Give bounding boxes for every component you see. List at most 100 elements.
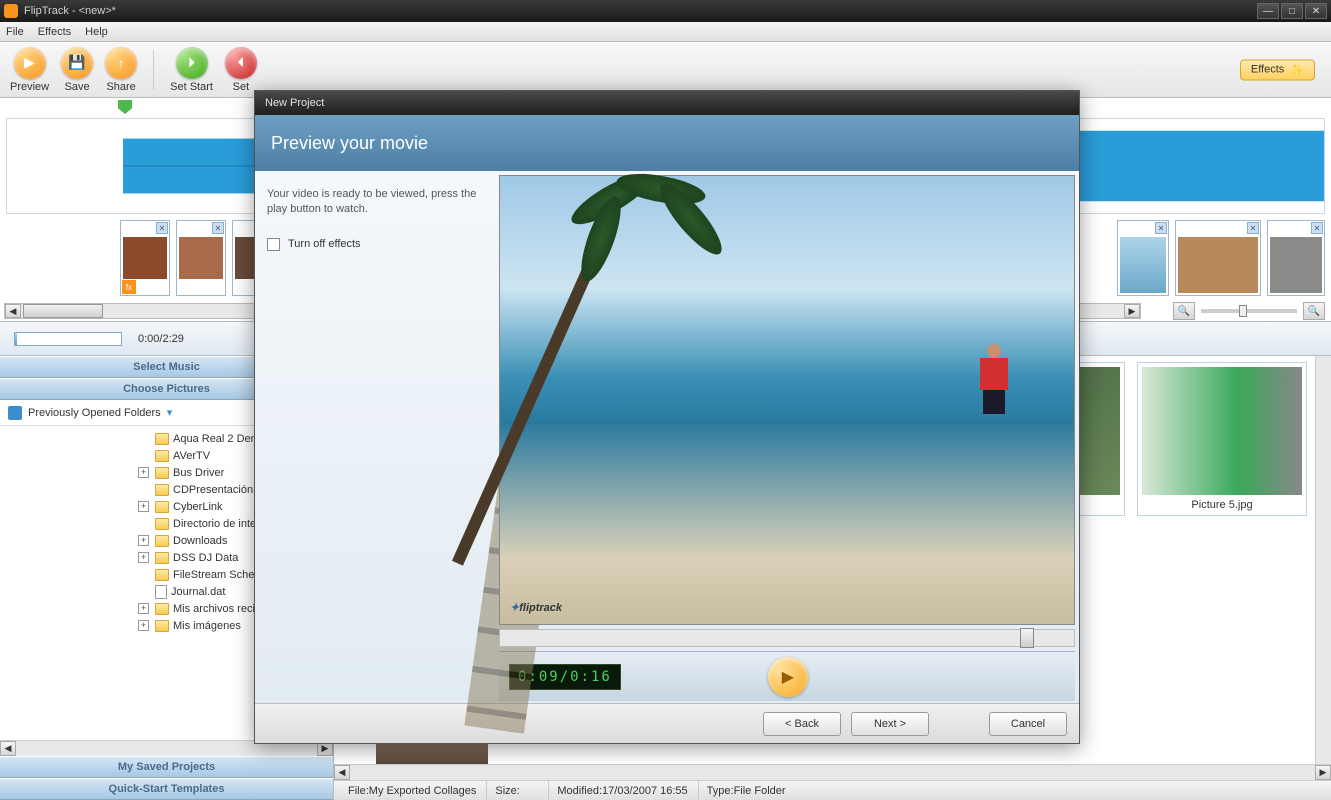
dialog-footer: < Back Next > Cancel	[255, 703, 1079, 743]
gallery-thumb[interactable]: Picture 5.jpg	[1137, 362, 1307, 516]
expand-icon	[138, 569, 149, 580]
thumb-close-icon[interactable]: ✕	[156, 222, 168, 234]
gallery-vscroll[interactable]	[1315, 356, 1331, 764]
minimize-button[interactable]: —	[1257, 3, 1279, 19]
timeline-thumb[interactable]: ✕	[1117, 220, 1169, 296]
zoom-out-button[interactable]: 🔍	[1303, 302, 1325, 320]
status-size: Size:	[486, 781, 546, 800]
tree-label: FileStream Sched	[173, 569, 260, 581]
thumb-close-icon[interactable]: ✕	[1155, 222, 1167, 234]
turn-off-effects-label: Turn off effects	[288, 238, 361, 250]
timeline-thumb[interactable]: ✕	[1175, 220, 1261, 296]
seek-knob[interactable]	[1020, 628, 1034, 648]
next-button[interactable]: Next >	[851, 712, 929, 736]
status-type: Type:File Folder	[698, 781, 794, 800]
zoom-in-button[interactable]: 🔍	[1173, 302, 1195, 320]
maximize-button[interactable]: □	[1281, 3, 1303, 19]
wand-icon: ✨	[1290, 63, 1304, 76]
tree-label: Aqua Real 2 Dem	[173, 433, 260, 445]
progress-bar[interactable]	[14, 332, 122, 346]
chevron-down-icon: ▾	[167, 406, 173, 419]
expand-icon	[138, 518, 149, 529]
tree-label: Mis archivos recib	[173, 603, 261, 615]
person-decoration	[974, 344, 1014, 434]
seek-bar[interactable]	[499, 629, 1075, 647]
tree-label: Mis imágenes	[173, 620, 241, 632]
menu-effects[interactable]: Effects	[38, 26, 71, 38]
folder-icon	[155, 518, 169, 530]
zoom-controls: 🔍 🔍	[1173, 301, 1325, 321]
turn-off-effects-row[interactable]: Turn off effects	[267, 238, 487, 251]
titlebar: FlipTrack - <new>* — □ ✕	[0, 0, 1331, 22]
expand-icon[interactable]: +	[138, 552, 149, 563]
scroll-grip[interactable]	[23, 304, 103, 318]
tree-label: AVerTV	[173, 450, 210, 462]
status-file: File:My Exported Collages	[340, 781, 484, 800]
expand-icon[interactable]: +	[138, 620, 149, 631]
expand-icon[interactable]: +	[138, 603, 149, 614]
watermark: ✦fliptrack	[510, 598, 562, 616]
scroll-left-icon[interactable]: ◀	[5, 304, 21, 318]
tree-label: Journal.dat	[171, 586, 225, 598]
dialog-desc: Your video is ready to be viewed, press …	[267, 187, 487, 218]
waveform-right	[1074, 119, 1324, 213]
scroll-left-icon[interactable]: ◀	[334, 765, 350, 780]
scroll-right-icon[interactable]: ▶	[1315, 765, 1331, 780]
expand-icon[interactable]: +	[138, 535, 149, 546]
tree-label: Downloads	[173, 535, 227, 547]
fx-badge: fx	[122, 280, 136, 294]
time-display: 0:00/2:29	[138, 333, 184, 345]
quick-start-templates-panel[interactable]: Quick-Start Templates	[0, 778, 333, 800]
folder-icon	[155, 569, 169, 581]
thumb-close-icon[interactable]: ✕	[1247, 222, 1259, 234]
status-modified: Modified:17/03/2007 16:55	[548, 781, 695, 800]
zoom-slider[interactable]	[1201, 309, 1297, 313]
palm-decoration	[556, 176, 716, 396]
set-start-button[interactable]: ⏵Set Start	[170, 47, 213, 93]
scroll-left-icon[interactable]: ◀	[0, 741, 16, 756]
status-bar: File:My Exported Collages Size: Modified…	[334, 780, 1331, 800]
app-icon	[4, 4, 18, 18]
tree-label: CDPresentación	[173, 484, 253, 496]
save-icon: 💾	[61, 47, 93, 79]
waveform-left	[123, 119, 263, 213]
folder-icon	[155, 535, 169, 547]
scroll-right-icon[interactable]: ▶	[1124, 304, 1140, 318]
thumb-close-icon[interactable]: ✕	[212, 222, 224, 234]
timeline-thumb[interactable]: ✕	[1267, 220, 1325, 296]
menubar: File Effects Help	[0, 22, 1331, 42]
dialog-preview: ✦fliptrack 0:09/0:16 ▶	[499, 171, 1079, 703]
tree-label: Directorio de inte	[173, 518, 256, 530]
menu-file[interactable]: File	[6, 26, 24, 38]
start-marker[interactable]	[118, 100, 132, 114]
menu-help[interactable]: Help	[85, 26, 108, 38]
dialog-title[interactable]: New Project	[255, 91, 1079, 115]
effects-button[interactable]: Effects✨	[1240, 59, 1315, 80]
close-button[interactable]: ✕	[1305, 3, 1327, 19]
cancel-button[interactable]: Cancel	[989, 712, 1067, 736]
save-button[interactable]: 💾Save	[61, 47, 93, 93]
tree-label: DSS DJ Data	[173, 552, 238, 564]
share-button[interactable]: ↑Share	[105, 47, 137, 93]
expand-icon[interactable]: +	[138, 467, 149, 478]
file-icon	[155, 585, 167, 599]
video-preview[interactable]: ✦fliptrack	[499, 175, 1075, 625]
thumb-close-icon[interactable]: ✕	[1311, 222, 1323, 234]
play-icon: ▶	[14, 47, 46, 79]
playback-controls: 0:09/0:16 ▶	[499, 651, 1075, 701]
timeline-thumb[interactable]: ✕	[176, 220, 226, 296]
timeline-thumb[interactable]: ✕ fx	[120, 220, 170, 296]
play-button[interactable]: ▶	[768, 657, 808, 697]
window-title: FlipTrack - <new>*	[24, 5, 1257, 17]
slider-knob[interactable]	[1239, 305, 1247, 317]
preview-button[interactable]: ▶Preview	[10, 47, 49, 93]
my-saved-projects-panel[interactable]: My Saved Projects	[0, 756, 333, 778]
gallery-hscroll[interactable]: ◀ ▶	[334, 764, 1331, 780]
dialog-header: Preview your movie	[255, 115, 1079, 171]
back-button[interactable]: < Back	[763, 712, 841, 736]
turn-off-effects-checkbox[interactable]	[267, 238, 280, 251]
expand-icon[interactable]: +	[138, 501, 149, 512]
gallery-caption: Picture 5.jpg	[1191, 499, 1252, 511]
expand-icon	[138, 450, 149, 461]
set-end-button[interactable]: ⏴Set	[225, 47, 257, 93]
